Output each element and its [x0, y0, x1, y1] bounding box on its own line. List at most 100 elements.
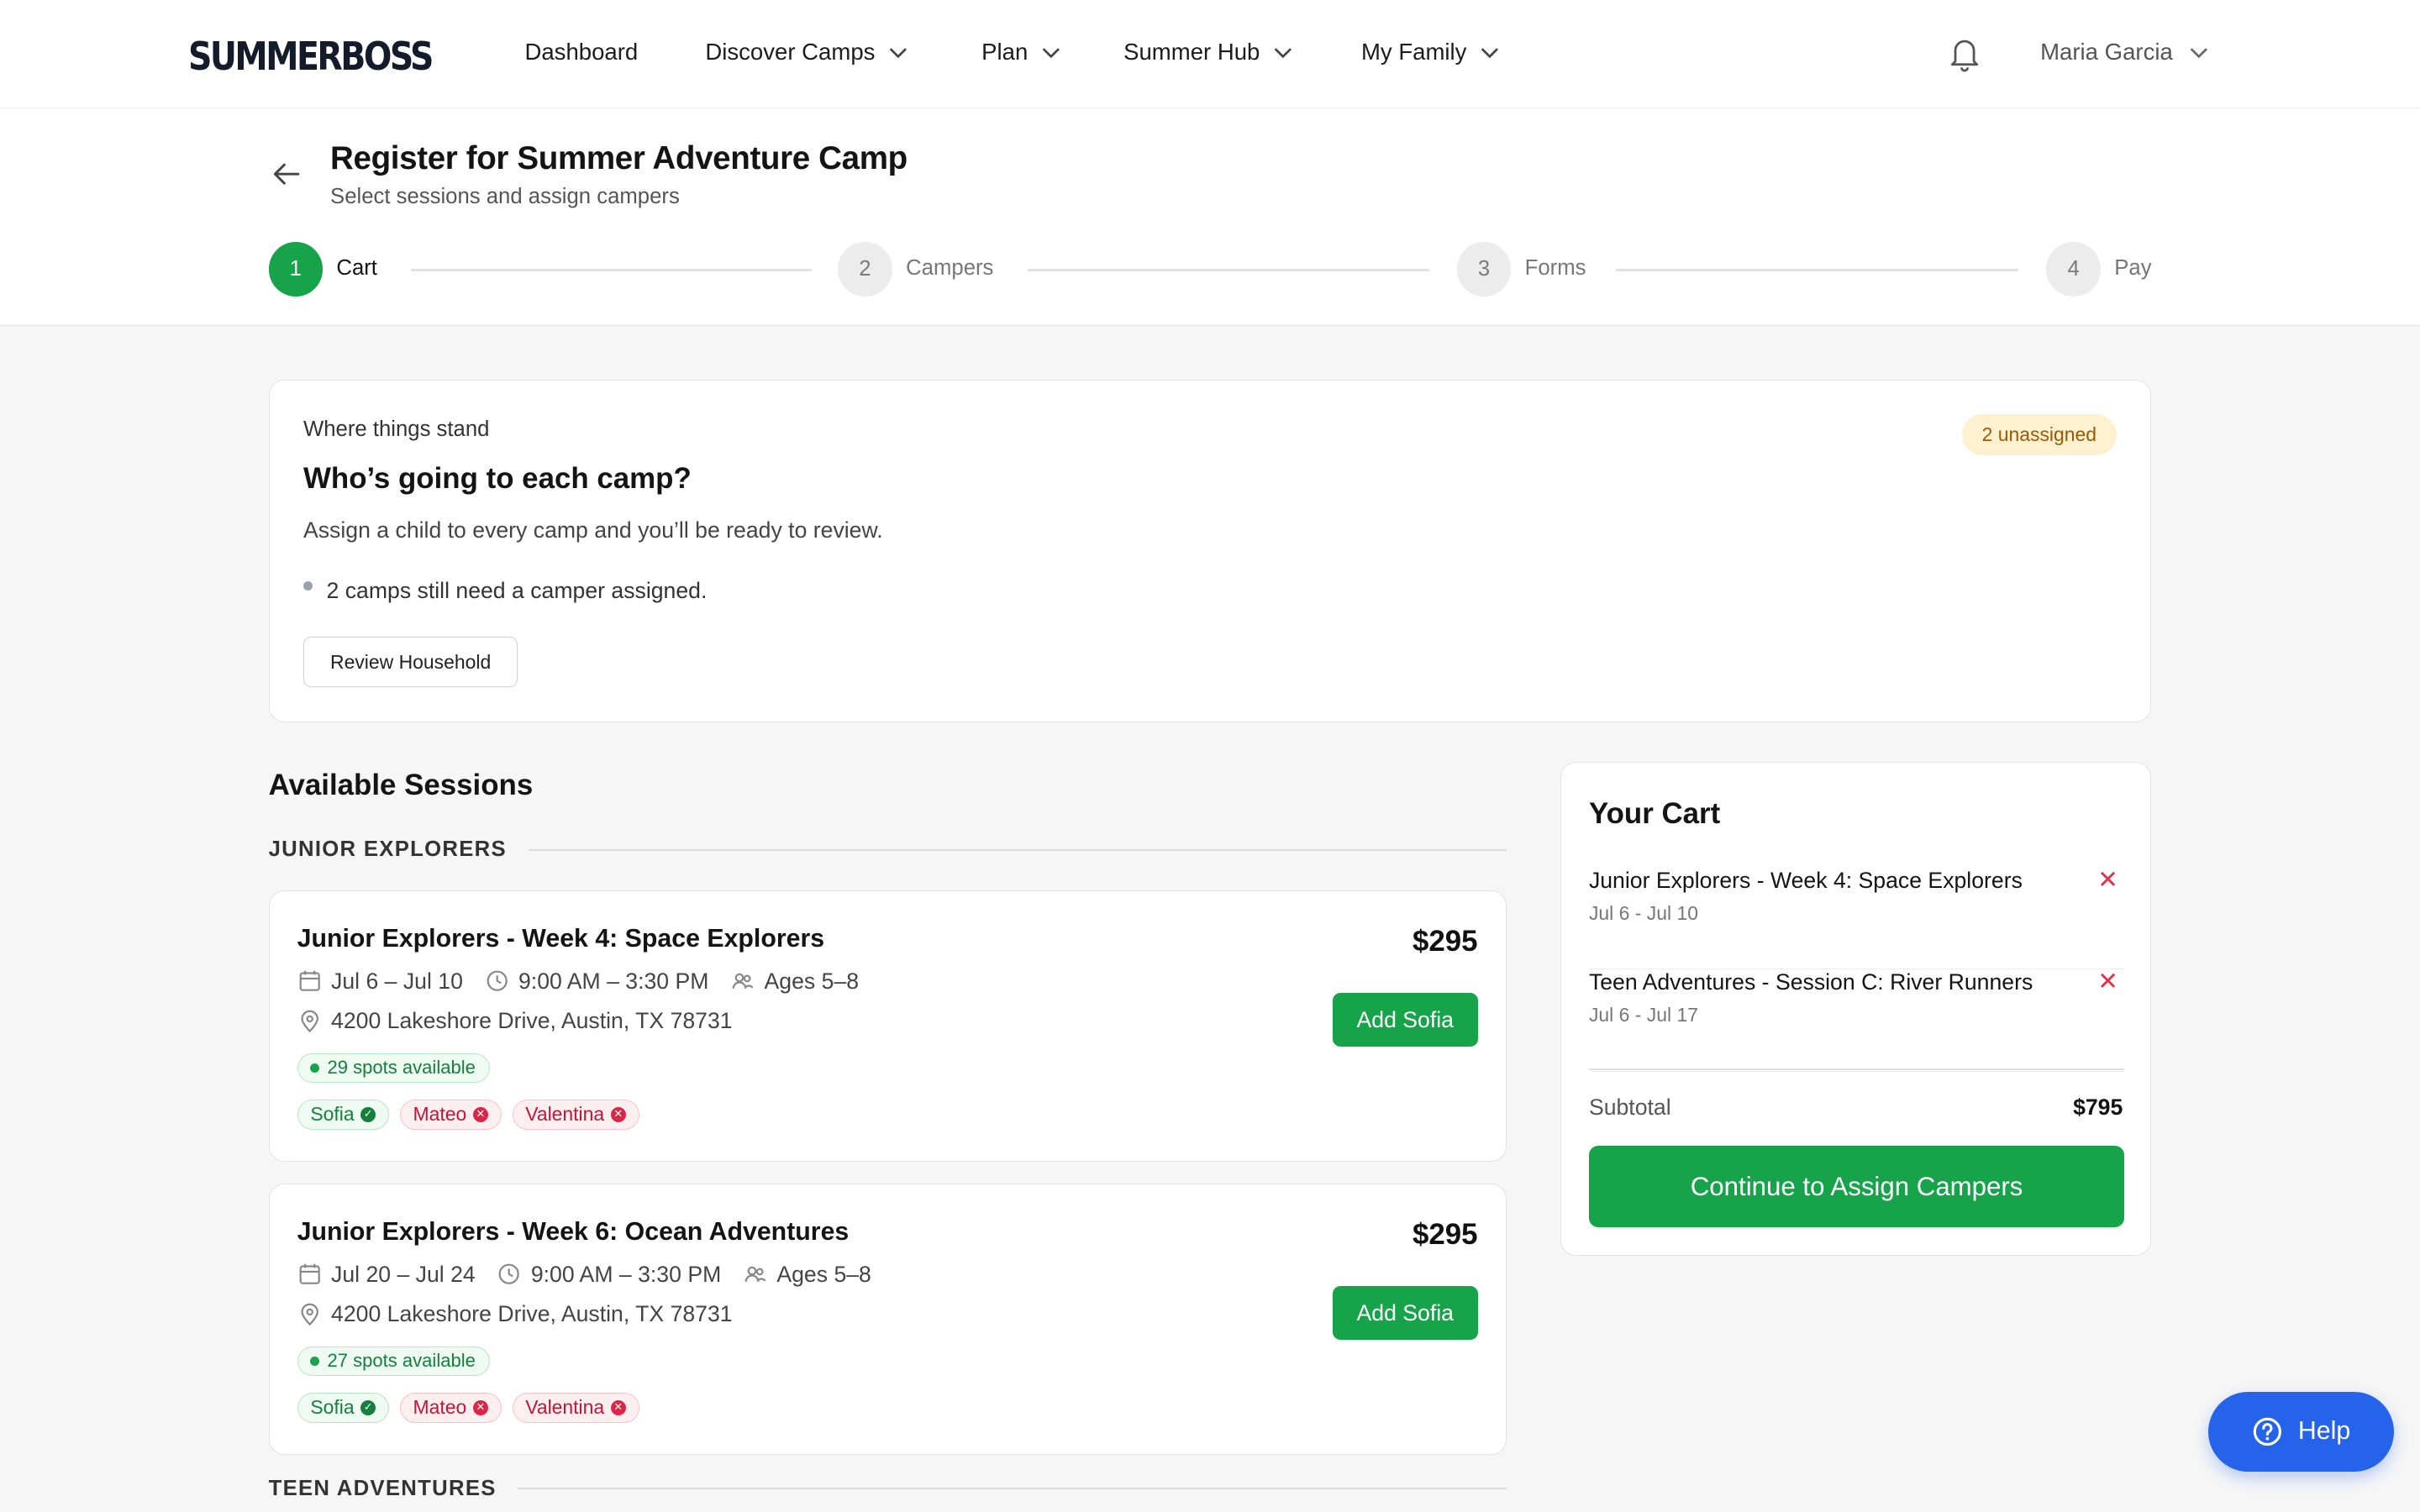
nav-hub-label: Summer Hub [1123, 38, 1260, 65]
step-3-label[interactable]: Forms [1525, 256, 1586, 281]
map-pin-icon [301, 1303, 318, 1326]
camper-chip-label: Sofia [310, 1103, 355, 1126]
cart-item: Teen Adventures - Session C: River Runne… [1588, 967, 2125, 1072]
session-dates: Jul 6 – Jul 10 [297, 969, 463, 995]
help-label: Help [2297, 1417, 2351, 1446]
nav-summer-hub[interactable]: Summer Hub [1123, 39, 1294, 66]
session-name: Junior Explorers - Week 4: Space Explore… [297, 925, 825, 953]
session-card: Junior Explorers - Week 6: Ocean Adventu… [268, 1183, 1507, 1455]
camper-chip-label: Valentina [525, 1396, 605, 1419]
cart-title: Your Cart [1588, 796, 1721, 830]
subtotal-value: $795 [2073, 1095, 2123, 1121]
step-2-circle[interactable]: 2 [838, 242, 892, 297]
check-icon: ✓ [360, 1106, 376, 1123]
status-dot-icon [310, 1356, 320, 1366]
nav-plan-label: Plan [981, 38, 1028, 65]
map-pin-icon [301, 1010, 318, 1033]
help-circle-icon [2253, 1417, 2281, 1446]
step-1-label[interactable]: Cart [336, 256, 377, 281]
user-menu[interactable]: Maria Garcia [2040, 39, 2210, 66]
clock-icon [487, 970, 508, 992]
x-circle-icon: ✕ [472, 1106, 488, 1123]
session-location-text: 4200 Lakeshore Drive, Austin, TX 78731 [331, 1301, 733, 1327]
camper-chip-ineligible[interactable]: Mateo ✕ [399, 1099, 502, 1131]
nav-discover-camps[interactable]: Discover Camps [705, 39, 908, 66]
status-card: Where things stand Who’s going to each c… [268, 379, 2152, 722]
remove-icon[interactable]: ✕ [2097, 865, 2118, 895]
clock-icon [498, 1263, 520, 1285]
step-connector [1028, 268, 1429, 272]
session-price: $295 [1412, 925, 1478, 958]
nav-discover-label: Discover Camps [705, 38, 876, 65]
step-4-circle[interactable]: 4 [2046, 242, 2101, 297]
nav-dashboard[interactable]: Dashboard [524, 39, 638, 66]
cart-item-name: Teen Adventures - Session C: River Runne… [1588, 969, 2033, 995]
camper-chip-label: Mateo [413, 1103, 467, 1126]
camper-chip-ineligible[interactable]: Valentina ✕ [512, 1099, 639, 1131]
add-camper-button[interactable]: Add Sofia [1332, 1285, 1478, 1341]
session-ages-text: Ages 5–8 [764, 968, 860, 994]
session-time-text: 9:00 AM – 3:30 PM [530, 1261, 722, 1287]
status-heading: Who’s going to each camp? [302, 462, 692, 496]
session-ages: Ages 5–8 [730, 969, 859, 995]
camper-chip-ineligible[interactable]: Mateo ✕ [399, 1392, 502, 1424]
group-header-label: TEEN ADVENTURES [268, 1476, 497, 1500]
step-3-circle[interactable]: 3 [1456, 242, 1512, 297]
group-header-teen: TEEN ADVENTURES [269, 1477, 1507, 1501]
status-eyebrow: Where things stand [302, 417, 490, 441]
review-household-button[interactable]: Review Household [302, 636, 518, 688]
session-dates-text: Jul 20 – Jul 24 [331, 1261, 476, 1287]
session-time: 9:00 AM – 3:30 PM [497, 1262, 721, 1288]
user-name: Maria Garcia [2040, 38, 2173, 65]
step-connector [410, 268, 813, 272]
spots-badge: 27 spots available [297, 1346, 491, 1376]
chevron-down-icon [1042, 48, 1060, 59]
camper-chips: Sofia ✓ Mateo ✕ Valentina ✕ [297, 1099, 639, 1131]
users-icon [744, 1267, 766, 1283]
sessions-title: Available Sessions [268, 768, 534, 801]
camper-chip-eligible[interactable]: Sofia ✓ [297, 1099, 389, 1131]
camper-chip-label: Valentina [525, 1103, 605, 1126]
status-dot-icon [310, 1063, 320, 1073]
spots-text: 29 spots available [327, 1057, 476, 1079]
session-location: 4200 Lakeshore Drive, Austin, TX 78731 [297, 1301, 733, 1327]
bell-icon[interactable] [1946, 34, 1983, 74]
help-button[interactable]: Help [2208, 1391, 2394, 1473]
nav-dashboard-label: Dashboard [524, 38, 639, 65]
nav-my-family[interactable]: My Family [1361, 39, 1501, 66]
camper-chip-label: Sofia [310, 1396, 355, 1419]
cart-item-dates: Jul 6 - Jul 17 [1588, 1003, 1698, 1026]
status-description: Assign a child to every camp and you’ll … [302, 517, 883, 543]
session-dates: Jul 20 – Jul 24 [297, 1262, 476, 1288]
continue-button[interactable]: Continue to Assign Campers [1588, 1145, 2125, 1228]
users-icon [732, 974, 754, 990]
nav-family-label: My Family [1360, 38, 1467, 65]
step-4-label[interactable]: Pay [2114, 256, 2151, 281]
divider [1588, 1068, 2125, 1070]
session-time-text: 9:00 AM – 3:30 PM [518, 968, 709, 994]
session-price: $295 [1412, 1218, 1478, 1252]
x-circle-icon: ✕ [610, 1399, 626, 1416]
x-circle-icon: ✕ [472, 1399, 488, 1416]
session-location: 4200 Lakeshore Drive, Austin, TX 78731 [297, 1008, 733, 1034]
back-arrow-icon[interactable] [269, 157, 302, 191]
page: SUMMERBOSS Dashboard Discover Camps Plan… [0, 0, 2420, 1512]
cart-item: Junior Explorers - Week 4: Space Explore… [1588, 865, 2125, 970]
group-header-label: JUNIOR EXPLORERS [268, 837, 507, 862]
camper-chips: Sofia ✓ Mateo ✕ Valentina ✕ [297, 1392, 639, 1424]
camper-chip-ineligible[interactable]: Valentina ✕ [512, 1392, 639, 1424]
brand-logo[interactable]: SUMMERBOSS [188, 34, 434, 79]
step-connector [1616, 268, 2019, 272]
session-ages-text: Ages 5–8 [776, 1261, 871, 1287]
camper-chip-eligible[interactable]: Sofia ✓ [297, 1392, 389, 1424]
add-camper-button[interactable]: Add Sofia [1332, 992, 1478, 1047]
step-2-label[interactable]: Campers [906, 256, 993, 281]
nav-plan[interactable]: Plan [981, 39, 1062, 66]
camper-chip-label: Mateo [413, 1396, 467, 1419]
spots-text: 27 spots available [327, 1350, 476, 1372]
step-1-circle[interactable]: 1 [268, 242, 323, 297]
cart-item-name: Junior Explorers - Week 4: Space Explore… [1588, 868, 2023, 894]
divider [518, 1488, 1507, 1490]
status-bullet: 2 camps still need a camper assigned. [302, 578, 707, 604]
remove-icon[interactable]: ✕ [2097, 967, 2118, 996]
